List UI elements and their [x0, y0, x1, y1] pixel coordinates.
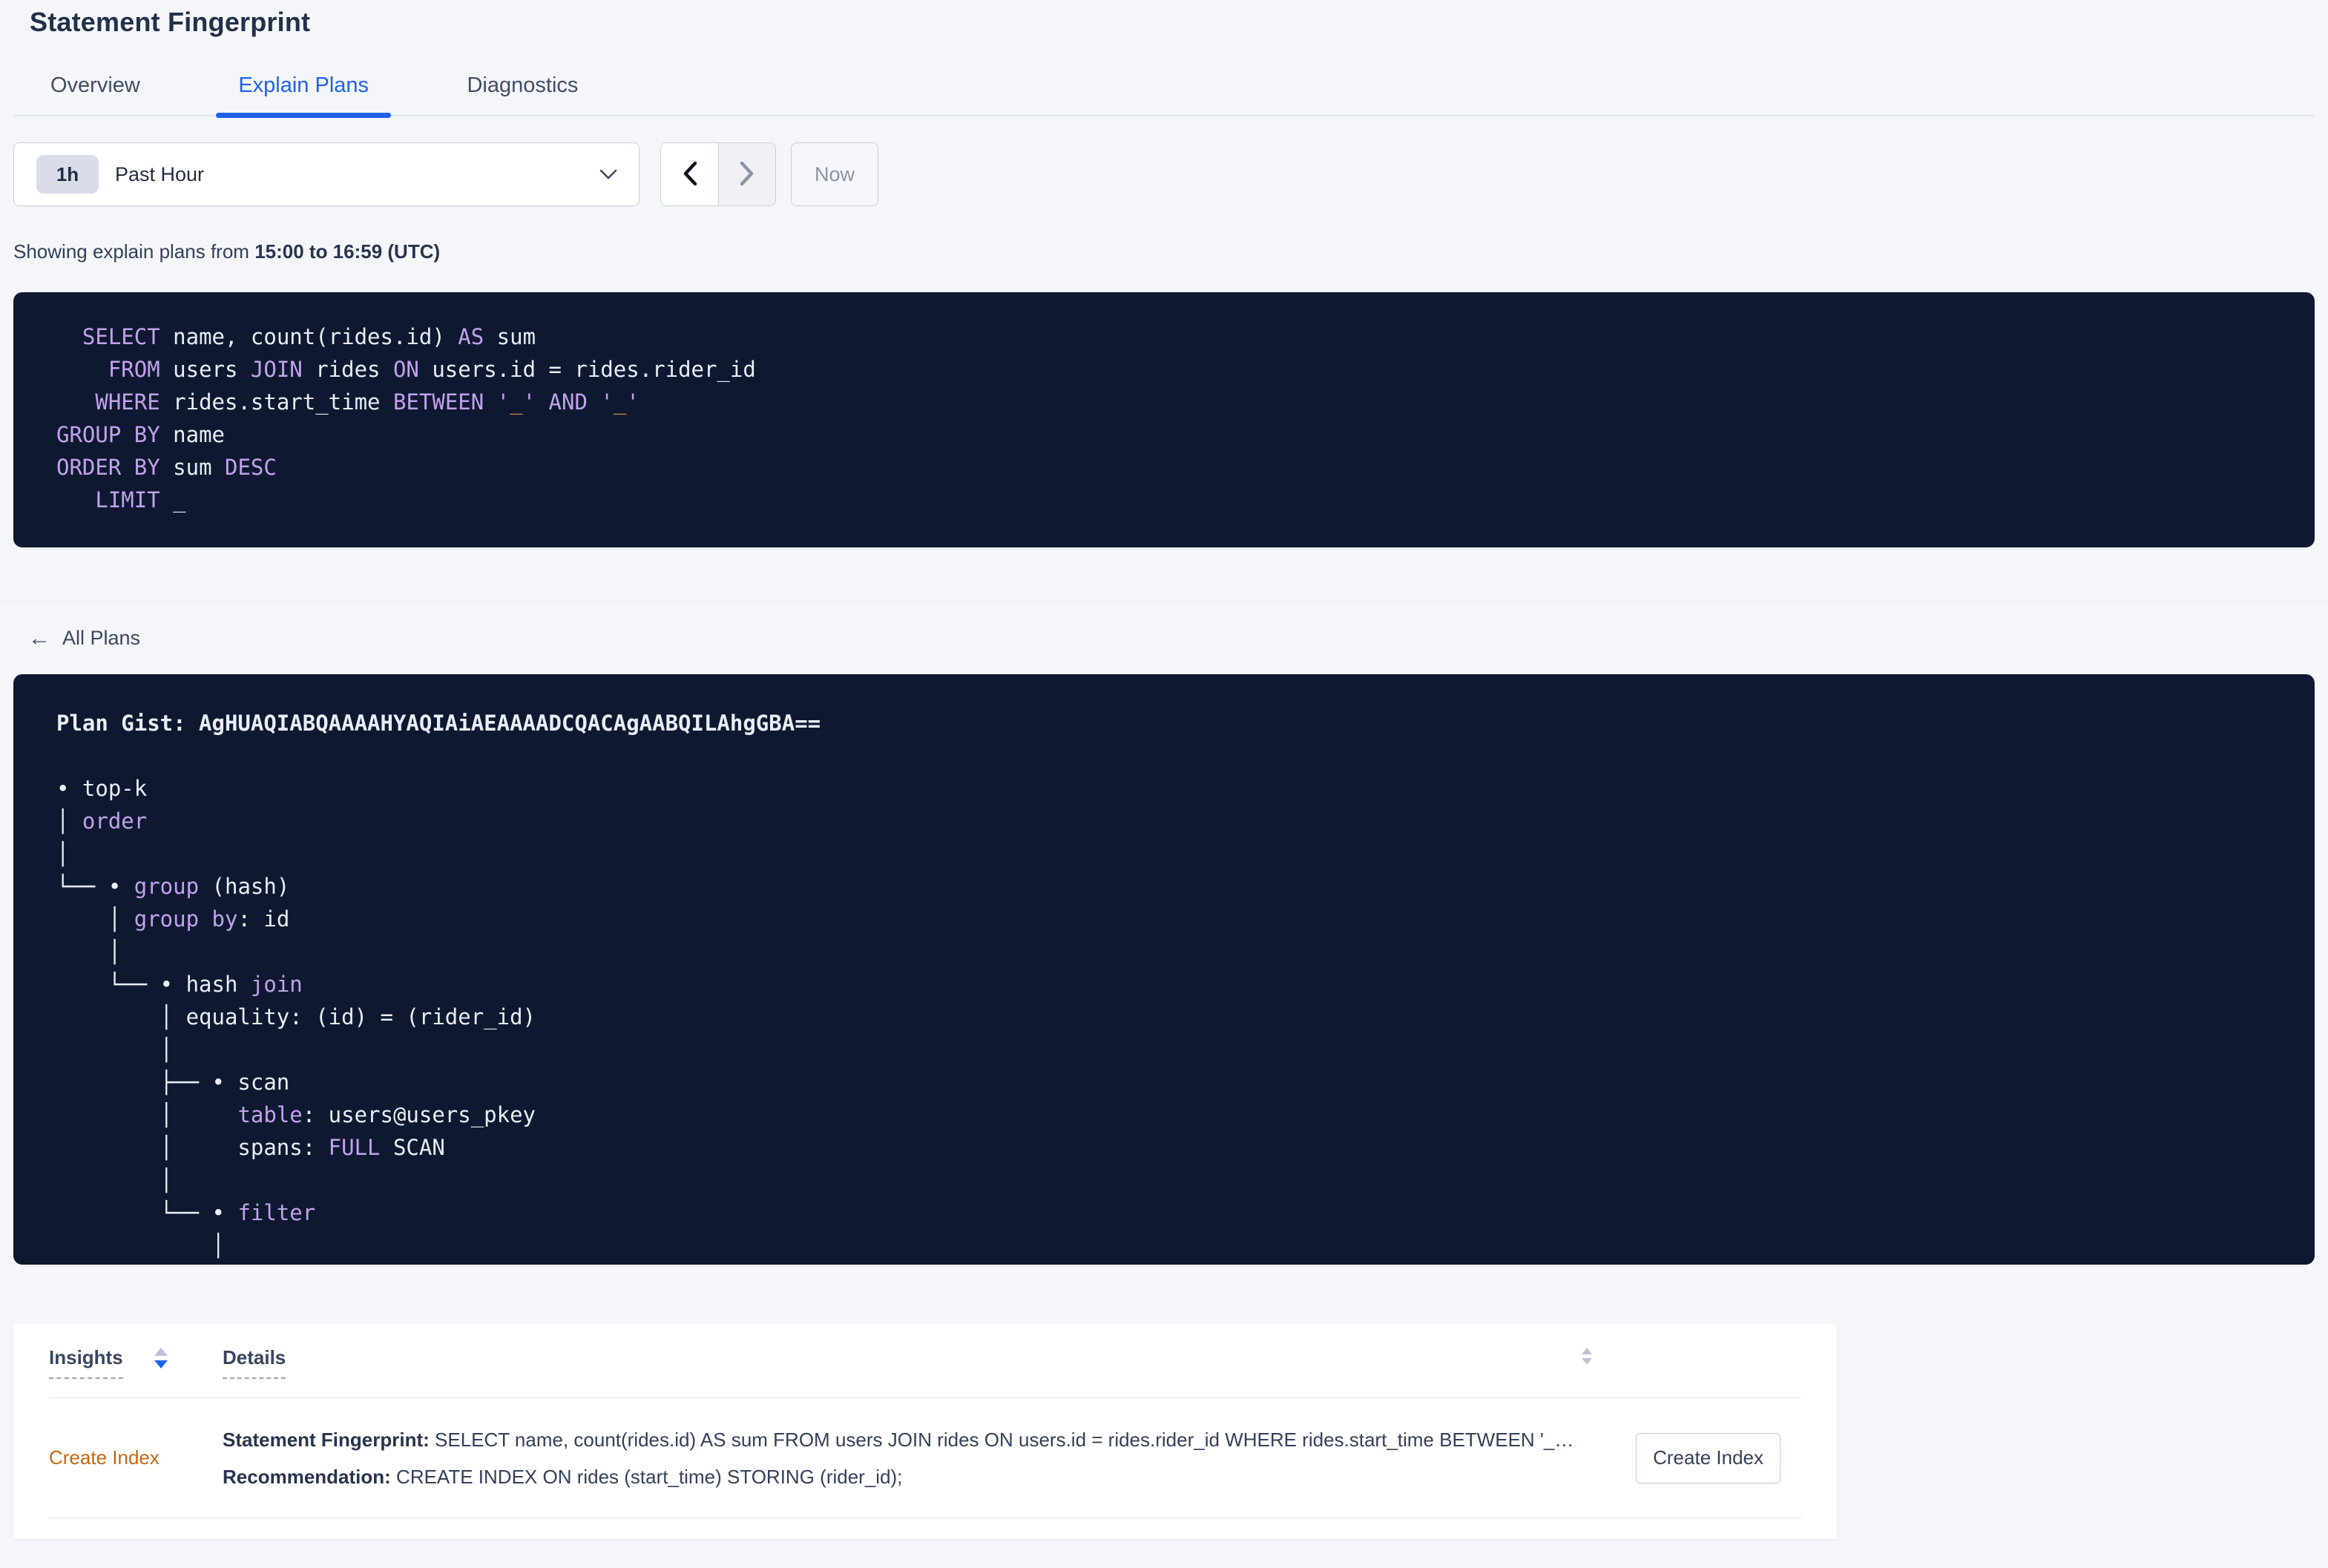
recommendation-line: Recommendation: CREATE INDEX ON rides (s… [223, 1458, 1601, 1495]
tab-explain-plans[interactable]: Explain Plans [216, 72, 391, 118]
now-button[interactable]: Now [791, 142, 878, 206]
table-row: Create Index Statement Fingerprint: SELE… [49, 1398, 1801, 1518]
showing-range-text: Showing explain plans from 15:00 to 16:5… [13, 239, 2315, 264]
next-interval-button[interactable] [718, 143, 775, 205]
chevron-right-icon [737, 160, 757, 189]
page-title: Statement Fingerprint [30, 7, 311, 37]
insights-column-header: Insights [49, 1346, 223, 1379]
statement-fingerprint-text: SELECT name, count(rides.id) AS sum FROM… [429, 1428, 1574, 1451]
tab-bar: Overview Explain Plans Diagnostics [13, 72, 2315, 118]
chevron-down-icon [599, 168, 618, 180]
insight-action-cell: Create Index [1601, 1432, 1801, 1483]
insights-header-label[interactable]: Insights [49, 1346, 123, 1379]
time-range-select[interactable]: 1h Past Hour [13, 142, 639, 206]
time-range-badge: 1h [36, 155, 99, 194]
details-header-label[interactable]: Details [223, 1346, 286, 1379]
recommendation-text: CREATE INDEX ON rides (start_time) STORI… [390, 1465, 903, 1488]
plan-gist-box: Plan Gist: AgHUAQIABQAAAAHYAQIAiAEAAAADC… [13, 674, 2315, 1265]
sql-statement-box: SELECT name, count(rides.id) AS sum FROM… [13, 292, 2315, 547]
recommendation-label: Recommendation: [223, 1465, 391, 1488]
insight-details-cell: Statement Fingerprint: SELECT name, coun… [223, 1421, 1601, 1495]
section-divider [0, 601, 2328, 602]
prev-interval-button[interactable] [661, 143, 718, 205]
sort-icon-insights[interactable] [154, 1348, 168, 1368]
tab-overview[interactable]: Overview [28, 72, 162, 115]
time-range-label: Past Hour [115, 162, 205, 185]
statement-fingerprint-page: Statement Fingerprint Overview Explain P… [0, 6, 2328, 1539]
all-plans-label: All Plans [62, 627, 141, 649]
statement-fingerprint-line: Statement Fingerprint: SELECT name, coun… [223, 1421, 1601, 1458]
tab-diagnostics[interactable]: Diagnostics [444, 72, 600, 115]
create-index-button[interactable]: Create Index [1636, 1432, 1780, 1483]
all-plans-back-link[interactable]: ← All Plans [28, 627, 140, 650]
chevron-left-icon [680, 160, 700, 189]
statement-fingerprint-label: Statement Fingerprint: [223, 1428, 430, 1451]
arrow-left-icon: ← [28, 625, 50, 650]
showing-range: 15:00 to 16:59 (UTC) [254, 240, 441, 263]
insights-table: Insights Details Create Index Statement … [13, 1324, 1837, 1539]
time-controls: 1h Past Hour Now [13, 142, 2315, 206]
showing-prefix: Showing explain plans from [13, 240, 255, 263]
insight-type-link[interactable]: Create Index [49, 1446, 223, 1469]
sort-icon-details[interactable] [1582, 1348, 1592, 1365]
details-column-header: Details [223, 1346, 1601, 1379]
time-nav-group [660, 142, 776, 206]
insights-table-header: Insights Details [49, 1324, 1801, 1398]
